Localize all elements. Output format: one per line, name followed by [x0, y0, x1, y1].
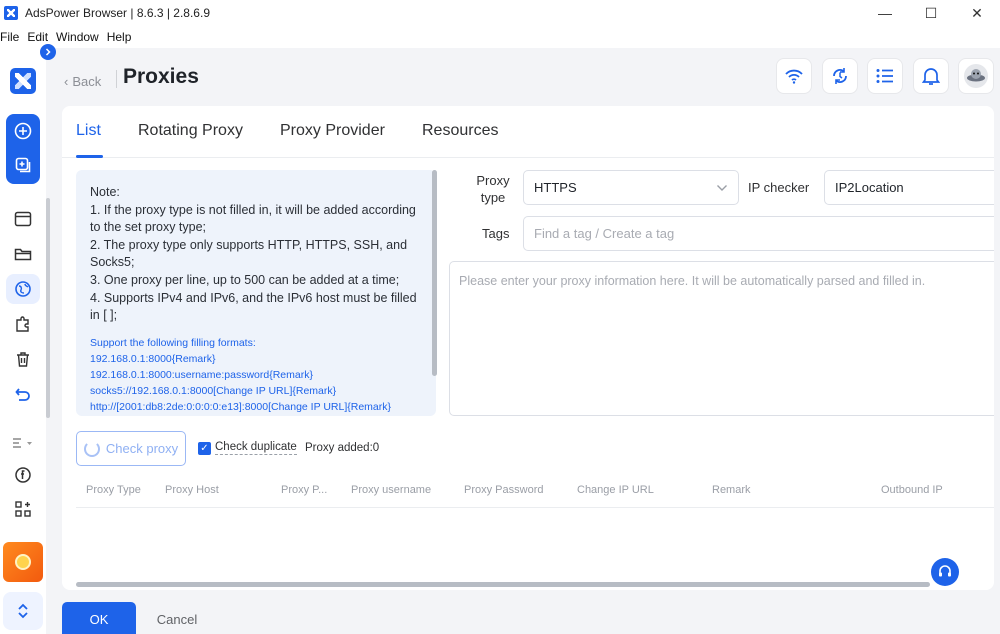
page-title: Proxies	[123, 65, 199, 88]
proxy-card: List Rotating Proxy Proxy Provider Resou…	[62, 106, 994, 590]
wifi-icon	[785, 69, 803, 84]
team-settings-icon[interactable]	[6, 428, 40, 458]
extensions-icon[interactable]	[6, 309, 40, 339]
user-avatar[interactable]	[958, 58, 994, 94]
note-line: 4. Supports IPv4 and IPv6, and the IPv6 …	[90, 290, 417, 323]
avatar-icon	[964, 64, 988, 88]
menu-bar: File Edit Window Help	[0, 26, 1000, 48]
note-line: Note:	[90, 185, 120, 199]
format-example: 192.168.0.1:8000:username:password{Remar…	[90, 368, 313, 381]
proxy-info-textarea[interactable]: Please enter your proxy information here…	[449, 261, 994, 416]
proxy-type-select[interactable]: HTTPS	[523, 170, 739, 205]
rewards-button[interactable]	[3, 542, 43, 582]
textarea-placeholder: Please enter your proxy information here…	[459, 274, 926, 288]
title-bar: AdsPower Browser | 8.6.3 | 2.8.6.9 — ☐ ✕	[0, 0, 1000, 26]
ip-checker-label: IP checker	[748, 180, 810, 195]
chevron-left-icon: ‹	[64, 74, 69, 89]
header-divider	[116, 70, 117, 88]
tab-rotating-proxy[interactable]: Rotating Proxy	[138, 122, 243, 140]
ok-button[interactable]: OK	[62, 602, 136, 634]
column-header: Proxy Host	[165, 484, 219, 496]
ip-checker-value: IP2Location	[835, 180, 904, 195]
sidebar	[0, 48, 50, 634]
expand-sidebar-button[interactable]	[40, 44, 56, 60]
proxy-tabs: List Rotating Proxy Proxy Provider Resou…	[62, 106, 994, 158]
collapse-toggle-button[interactable]	[3, 592, 43, 630]
folder-icon[interactable]	[6, 239, 40, 269]
proxy-note-panel: Note: 1. If the proxy type is not filled…	[76, 170, 436, 416]
task-list-button[interactable]	[867, 58, 903, 94]
proxies-icon[interactable]	[6, 274, 40, 304]
api-automation-icon[interactable]	[6, 494, 40, 524]
check-icon	[83, 440, 100, 457]
formats-title: Support the following filling formats:	[90, 336, 256, 349]
trash-icon[interactable]	[6, 344, 40, 374]
check-duplicate-checkbox[interactable]: ✓	[198, 442, 211, 455]
check-duplicate-label[interactable]: Check duplicate	[215, 441, 297, 455]
sidebar-scrollbar[interactable]	[46, 198, 50, 418]
close-button[interactable]: ✕	[954, 0, 1000, 26]
chevron-up-down-icon	[18, 603, 28, 619]
tab-resources[interactable]: Resources	[422, 122, 498, 140]
tab-list[interactable]: List	[76, 122, 101, 140]
table-horizontal-scrollbar[interactable]	[76, 582, 930, 587]
proxy-type-label: Proxy type	[476, 173, 510, 205]
format-example: 192.168.0.1:8000{Remark}	[90, 352, 216, 365]
tags-label: Tags	[482, 226, 510, 241]
app-logo-icon	[4, 6, 18, 20]
column-header: Proxy username	[351, 484, 432, 496]
maximize-button[interactable]: ☐	[908, 0, 954, 26]
chevron-down-icon	[717, 184, 727, 191]
tab-proxy-provider[interactable]: Proxy Provider	[280, 122, 385, 140]
note-line: 3. One proxy per line, up to 500 can be …	[90, 272, 400, 287]
bell-icon	[922, 68, 940, 85]
coin-icon	[15, 554, 31, 570]
format-example: http://[2001:db8:2de:0:0:0:0:e13]:8000[C…	[90, 400, 392, 413]
menu-file[interactable]: File	[0, 30, 19, 44]
page-header: ‹ Back Proxies	[46, 48, 1000, 104]
browser-profiles-icon[interactable]	[6, 204, 40, 234]
tags-input[interactable]: Find a tag / Create a tag	[523, 216, 994, 251]
menu-help[interactable]: Help	[107, 30, 132, 44]
format-example: socks5://192.168.0.1:8000[Change IP URL]…	[90, 384, 337, 397]
sync-icon	[833, 68, 847, 84]
column-header: Outbound IP	[881, 484, 943, 496]
undo-icon[interactable]	[6, 379, 40, 409]
tags-placeholder: Find a tag / Create a tag	[534, 226, 675, 241]
menu-edit[interactable]: Edit	[27, 30, 48, 44]
column-header: Change IP URL	[577, 484, 654, 496]
network-button[interactable]	[776, 58, 812, 94]
note-line: 2. The proxy type only supports HTTP, HT…	[90, 237, 408, 270]
note-scrollbar[interactable]	[432, 170, 437, 376]
batch-import-icon[interactable]	[6, 148, 40, 182]
column-header: Remark	[712, 484, 751, 496]
billing-icon[interactable]	[6, 460, 40, 490]
create-group	[6, 114, 40, 184]
minimize-button[interactable]: —	[862, 0, 908, 26]
new-profile-icon[interactable]	[6, 114, 40, 148]
adspower-logo-icon[interactable]	[10, 68, 36, 94]
table-header-divider	[76, 507, 994, 508]
customer-support-button[interactable]	[931, 558, 959, 586]
note-line: 1. If the proxy type is not filled in, i…	[90, 202, 416, 235]
proxy-type-value: HTTPS	[534, 180, 577, 195]
column-header: Proxy P...	[281, 484, 328, 496]
window-title: AdsPower Browser | 8.6.3 | 2.8.6.9	[25, 6, 210, 20]
ip-checker-select[interactable]: IP2Location	[824, 170, 994, 205]
list-icon	[876, 69, 893, 83]
back-link[interactable]: ‹ Back	[64, 74, 101, 89]
chevron-right-icon	[45, 48, 51, 56]
column-header: Proxy Type	[86, 484, 141, 496]
notifications-button[interactable]	[913, 58, 949, 94]
proxy-added-count: Proxy added:0	[305, 442, 380, 454]
column-header: Proxy Password	[464, 484, 544, 496]
active-tab-indicator	[76, 155, 103, 158]
window-controls: — ☐ ✕	[862, 0, 1000, 26]
check-proxy-button[interactable]: Check proxy	[76, 431, 186, 466]
cancel-button[interactable]: Cancel	[147, 602, 207, 634]
sync-button[interactable]	[822, 58, 858, 94]
headset-icon	[939, 565, 951, 577]
menu-window[interactable]: Window	[56, 30, 99, 44]
